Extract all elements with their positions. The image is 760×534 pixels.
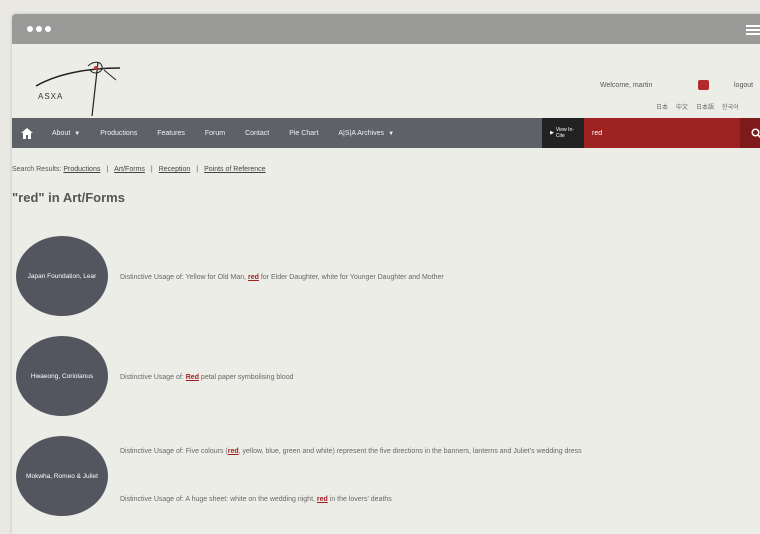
- nav-item-pie-chart[interactable]: Pie Chart: [289, 130, 318, 137]
- home-icon[interactable]: [12, 128, 42, 139]
- language-switcher: 日本中文日本語 한국어: [656, 102, 739, 111]
- description-text: Distinctive Usage of: A huge sheet: whit…: [120, 496, 317, 503]
- description-text: for Elder Daughter, white for Younger Da…: [259, 274, 444, 281]
- window-controls[interactable]: [27, 26, 51, 32]
- description-text: Distinctive Usage of:: [120, 374, 186, 381]
- search-input[interactable]: [584, 118, 740, 148]
- breadcrumb-link[interactable]: Reception: [159, 166, 191, 173]
- logo-icon[interactable]: [32, 56, 122, 126]
- language-option[interactable]: 한국어: [722, 102, 739, 111]
- bag-icon[interactable]: [698, 80, 709, 90]
- welcome-text: Welcome, martin: [600, 82, 652, 89]
- language-option[interactable]: 日本語: [696, 102, 714, 111]
- title-bar: [12, 14, 760, 44]
- result-description: Distinctive Usage of: A huge sheet: whit…: [120, 492, 660, 508]
- nav-item-features[interactable]: Features: [157, 130, 185, 137]
- result-description: Distinctive Usage of: Red petal paper sy…: [120, 370, 660, 386]
- nav-item-forum[interactable]: Forum: [205, 130, 225, 137]
- result-description: Distinctive Usage of: Yellow for Old Man…: [120, 270, 660, 286]
- language-option[interactable]: 日本: [656, 102, 668, 111]
- nav-item-productions[interactable]: Productions: [100, 130, 137, 137]
- nav-item-about[interactable]: About▼: [52, 130, 80, 137]
- chevron-down-icon: ▼: [388, 131, 394, 137]
- production-circle[interactable]: Mokwha, Romeo & Juliet: [16, 436, 108, 516]
- menu-icon[interactable]: [746, 25, 760, 37]
- search-button[interactable]: [740, 118, 760, 148]
- play-icon: ▶: [550, 130, 554, 136]
- search-highlight: Red: [186, 374, 199, 381]
- logout-link[interactable]: logout: [734, 82, 753, 89]
- breadcrumb-link[interactable]: Productions: [63, 166, 100, 173]
- description-text: petal paper symbolising blood: [199, 374, 294, 381]
- logo-text: ASXA: [38, 92, 63, 101]
- production-circle[interactable]: Japan Foundation, Lear: [16, 236, 108, 316]
- view-in-cite-button[interactable]: ▶ View In-Cite: [542, 118, 584, 148]
- description-text: Distinctive Usage of: Five colours (: [120, 448, 228, 455]
- result-description: Distinctive Usage of: Five colours (red,…: [120, 444, 660, 460]
- search-highlight: red: [248, 274, 259, 281]
- breadcrumb: Search Results: Productions | Art/Forms | Re…: [12, 166, 266, 173]
- chevron-down-icon: ▼: [74, 131, 80, 137]
- breadcrumb-separator: |: [196, 166, 198, 173]
- description-text: , yellow, blue, green and white) represe…: [239, 448, 582, 455]
- language-option[interactable]: 中文: [676, 102, 688, 111]
- main-nav: About▼ Productions Features Forum Contact Pie…: [12, 118, 760, 148]
- page-title: "red" in Art/Forms: [12, 190, 125, 205]
- breadcrumb-link[interactable]: Art/Forms: [114, 166, 145, 173]
- breadcrumb-separator: |: [151, 166, 153, 173]
- search-icon: [751, 128, 760, 139]
- production-circle[interactable]: Hwaeong, Coriolanus: [16, 336, 108, 416]
- description-text: Distinctive Usage of: Yellow for Old Man…: [120, 274, 248, 281]
- nav-item-a-s-a-archives[interactable]: A|S|A Archives▼: [338, 130, 394, 137]
- search-highlight: red: [228, 448, 239, 455]
- breadcrumb-prefix: Search Results:: [12, 166, 61, 173]
- nav-item-contact[interactable]: Contact: [245, 130, 269, 137]
- breadcrumb-separator: |: [106, 166, 108, 173]
- breadcrumb-link[interactable]: Points of Reference: [204, 166, 265, 173]
- description-text: in the lovers' deaths: [328, 496, 392, 503]
- search-highlight: red: [317, 496, 328, 503]
